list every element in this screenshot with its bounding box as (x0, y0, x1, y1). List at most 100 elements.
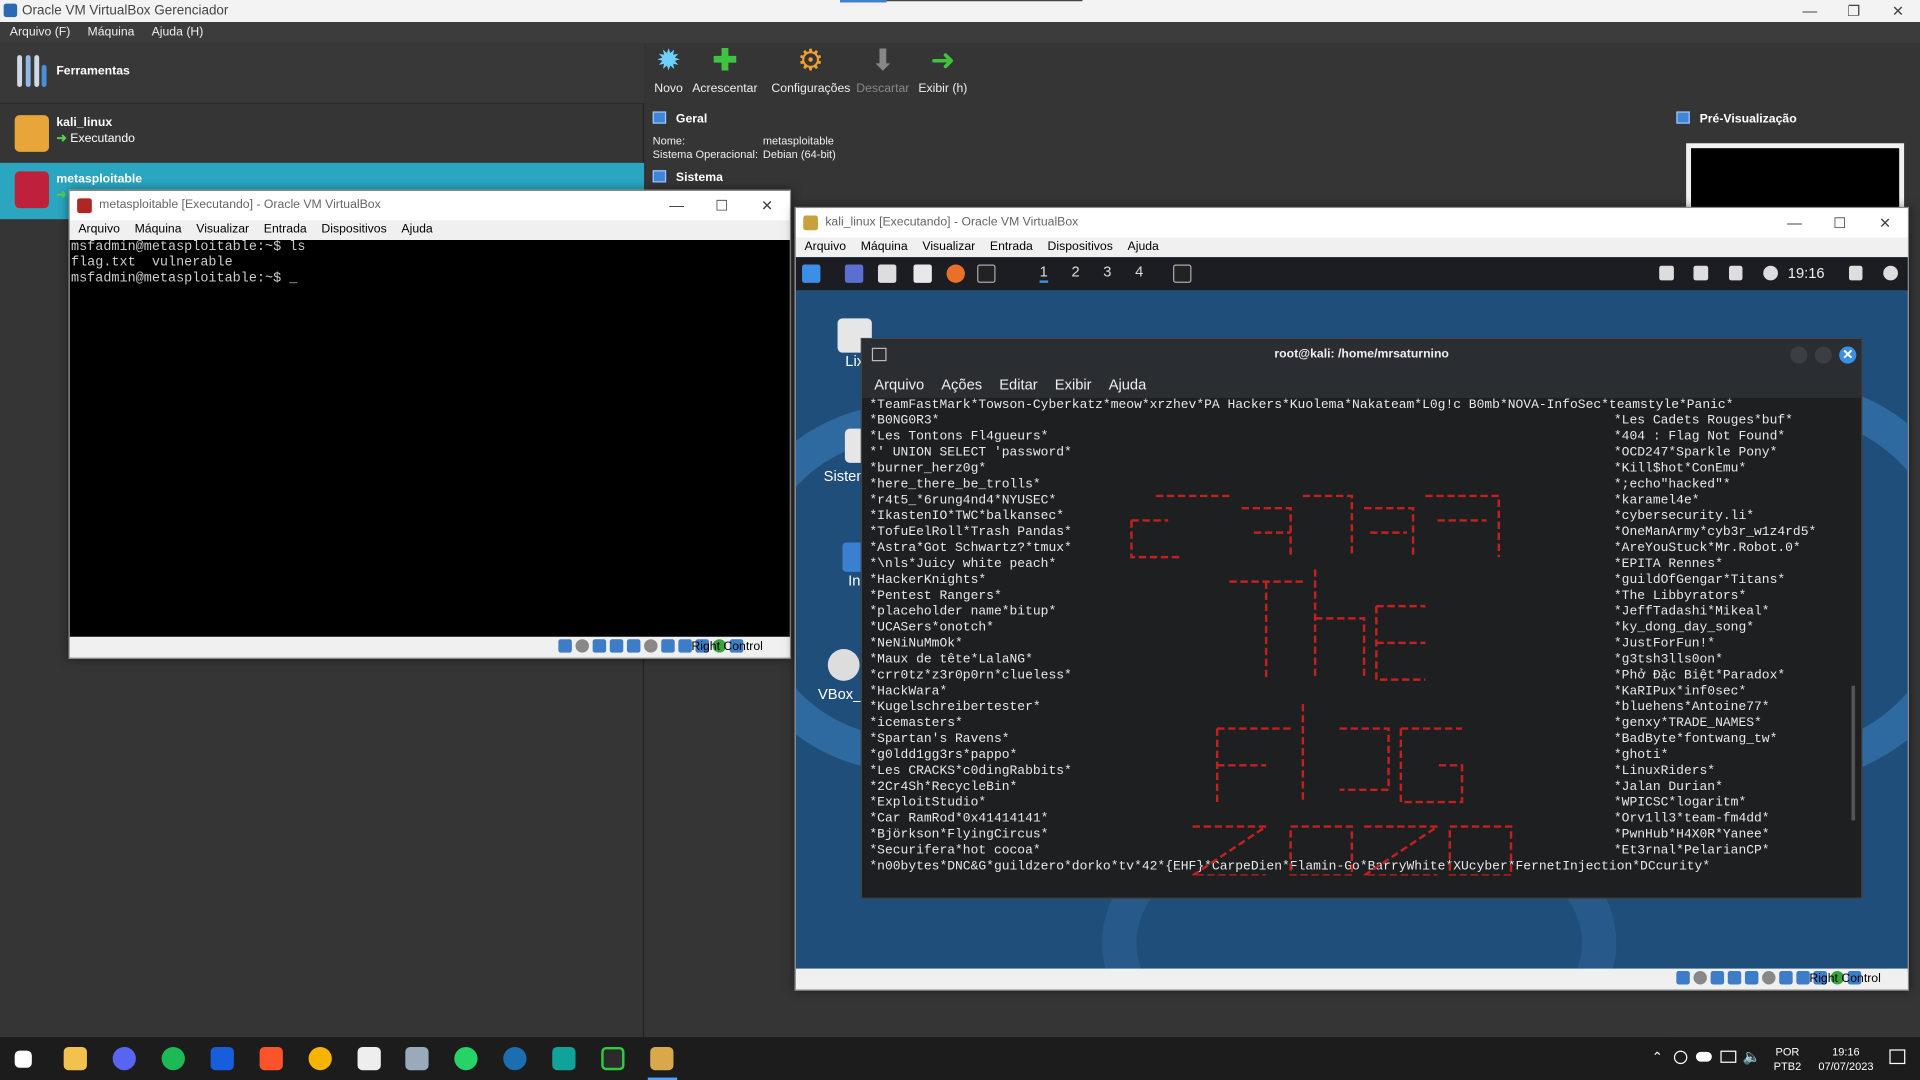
menu-ajuda[interactable]: Ajuda (401, 220, 432, 240)
recording-icon[interactable] (678, 639, 692, 653)
menu-arquivo[interactable]: Arquivo (F) (10, 22, 71, 43)
audio-icon[interactable] (1710, 971, 1725, 985)
optical-icon[interactable] (575, 639, 589, 653)
display-icon[interactable] (1659, 265, 1674, 281)
audio-icon[interactable] (592, 639, 607, 653)
menu-editar[interactable]: Editar (999, 371, 1037, 398)
workspace-3[interactable]: 3 (1103, 263, 1111, 280)
hdd-icon[interactable] (558, 639, 572, 653)
discord-icon[interactable] (112, 1046, 136, 1071)
logout-icon[interactable] (1883, 265, 1898, 281)
virtualbox-icon[interactable] (650, 1046, 674, 1071)
metasploitable-console[interactable]: msfadmin@metasploitable:~$ ls flag.txt v… (69, 240, 790, 638)
hdd-icon[interactable] (1676, 971, 1690, 985)
notification-bell-icon[interactable] (1728, 265, 1743, 281)
windows-start-icon[interactable] (14, 1050, 32, 1068)
metasploitable-titlebar[interactable]: metasploitable [Executando] - Oracle VM … (69, 191, 790, 221)
menu-arquivo[interactable]: Arquivo (874, 371, 924, 398)
usb-icon[interactable] (1744, 971, 1759, 985)
menu-acoes[interactable]: Ações (941, 371, 982, 398)
brave-icon[interactable] (259, 1046, 283, 1071)
terminal-launcher-icon[interactable] (977, 264, 996, 283)
menu-maquina[interactable]: Máquina (135, 220, 182, 240)
preview-header[interactable]: Pré-Visualização (1676, 111, 1797, 126)
minimize-button[interactable]: — (654, 191, 699, 220)
workspace-1[interactable]: 1 (1039, 263, 1048, 283)
file-manager-icon[interactable] (877, 264, 897, 283)
file-explorer-icon[interactable] (63, 1046, 87, 1071)
menu-entrada[interactable]: Entrada (264, 220, 307, 240)
power-status-icon[interactable] (1763, 265, 1778, 281)
menu-dispositivos[interactable]: Dispositivos (321, 220, 386, 240)
terminal-titlebar[interactable]: root@kali: /home/mrsaturnino ✕ (862, 339, 1862, 372)
display-icon[interactable] (661, 639, 675, 653)
kali-titlebar[interactable]: kali_linux [Executando] - Oracle VM Virt… (795, 208, 1908, 238)
general-section-header[interactable]: Geral (652, 111, 707, 126)
menu-entrada[interactable]: Entrada (990, 238, 1033, 258)
onedrive-cloud-icon[interactable] (1695, 1051, 1712, 1062)
menu-ajuda[interactable]: Ajuda (1109, 371, 1147, 398)
shared-folder-icon[interactable] (644, 639, 658, 653)
input-language[interactable]: POR PTB2 (1774, 1044, 1802, 1073)
bitwarden-icon[interactable] (210, 1046, 234, 1071)
volume-icon[interactable] (1693, 265, 1709, 281)
add-button[interactable]: ✚ Acrescentar (686, 45, 764, 96)
close-button[interactable]: ✕ (1862, 208, 1907, 237)
minimize-button[interactable] (1790, 346, 1808, 364)
settings-button[interactable]: ⚙ Configurações (771, 45, 850, 96)
close-button[interactable]: ✕ (1876, 0, 1920, 22)
menu-visualizar[interactable]: Visualizar (196, 220, 249, 240)
minimize-button[interactable]: — (1772, 208, 1817, 237)
security-icon[interactable] (1673, 1050, 1688, 1065)
recording-icon[interactable] (1796, 971, 1810, 985)
kali-menu-icon[interactable] (802, 264, 821, 283)
menu-arquivo[interactable]: Arquivo (78, 220, 120, 240)
display-icon[interactable] (1779, 971, 1793, 985)
menu-ajuda[interactable]: Ajuda (H) (152, 22, 204, 43)
menu-arquivo[interactable]: Arquivo (804, 238, 846, 258)
menu-maquina[interactable]: Máquina (87, 22, 134, 43)
menu-exibir[interactable]: Exibir (1055, 371, 1092, 398)
terminal-output[interactable]: *TeamFastMark*Towson-Cyberkatz*meow*xrzh… (862, 398, 1861, 898)
maximize-button[interactable] (1814, 346, 1832, 364)
firefox-icon[interactable] (946, 264, 965, 283)
tools-item[interactable]: Ferramentas (0, 42, 645, 105)
network-icon[interactable] (1720, 1050, 1737, 1063)
close-button[interactable]: ✕ (744, 191, 789, 220)
virtualbox-cube-icon[interactable] (405, 1046, 429, 1071)
maximize-button[interactable]: ☐ (1817, 208, 1862, 237)
terminal-task-icon[interactable] (1173, 264, 1192, 283)
text-editor-icon[interactable] (913, 264, 932, 283)
wordpad-icon[interactable] (601, 1046, 625, 1071)
game-icon[interactable] (552, 1046, 576, 1071)
usb-icon[interactable] (626, 639, 641, 653)
maximize-button[interactable]: ☐ (699, 191, 744, 220)
menu-maquina[interactable]: Máquina (861, 238, 908, 258)
menu-visualizar[interactable]: Visualizar (922, 238, 975, 258)
close-button[interactable]: ✕ (1839, 346, 1857, 364)
desktop-vbox[interactable]: VBox_ (818, 648, 861, 703)
show-button[interactable]: ➜ Exibir (h) (904, 45, 982, 96)
network-icon[interactable] (1727, 971, 1742, 985)
shared-folder-icon[interactable] (1762, 971, 1776, 985)
terminal-scrollbar[interactable] (1851, 685, 1856, 821)
chrome-icon[interactable] (308, 1046, 332, 1071)
taskbar-clock[interactable]: 19:16 07/07/2023 (1818, 1044, 1873, 1073)
minimize-button[interactable]: — (1788, 0, 1832, 22)
menu-ajuda[interactable]: Ajuda (1128, 238, 1159, 258)
workspace-4[interactable]: 4 (1135, 263, 1143, 280)
lock-icon[interactable] (1848, 265, 1863, 281)
whatsapp-icon[interactable] (454, 1046, 478, 1071)
network-icon[interactable] (609, 639, 624, 653)
steam-icon[interactable] (503, 1046, 527, 1071)
kali-clock[interactable]: 19:16 (1788, 264, 1825, 281)
maximize-button[interactable]: ❐ (1832, 0, 1876, 22)
workspace-2[interactable]: 2 (1071, 263, 1079, 280)
volume-icon[interactable]: 🔈 (1743, 1048, 1761, 1065)
spotify-icon[interactable] (161, 1046, 185, 1071)
optical-icon[interactable] (1693, 971, 1707, 985)
vm-item-kali[interactable]: kali_linux ➜ Executando (0, 107, 644, 163)
show-desktop-icon[interactable] (844, 264, 864, 283)
chevron-up-icon[interactable]: ⌃ (1652, 1049, 1663, 1066)
system-section-header[interactable]: Sistema (652, 170, 723, 185)
